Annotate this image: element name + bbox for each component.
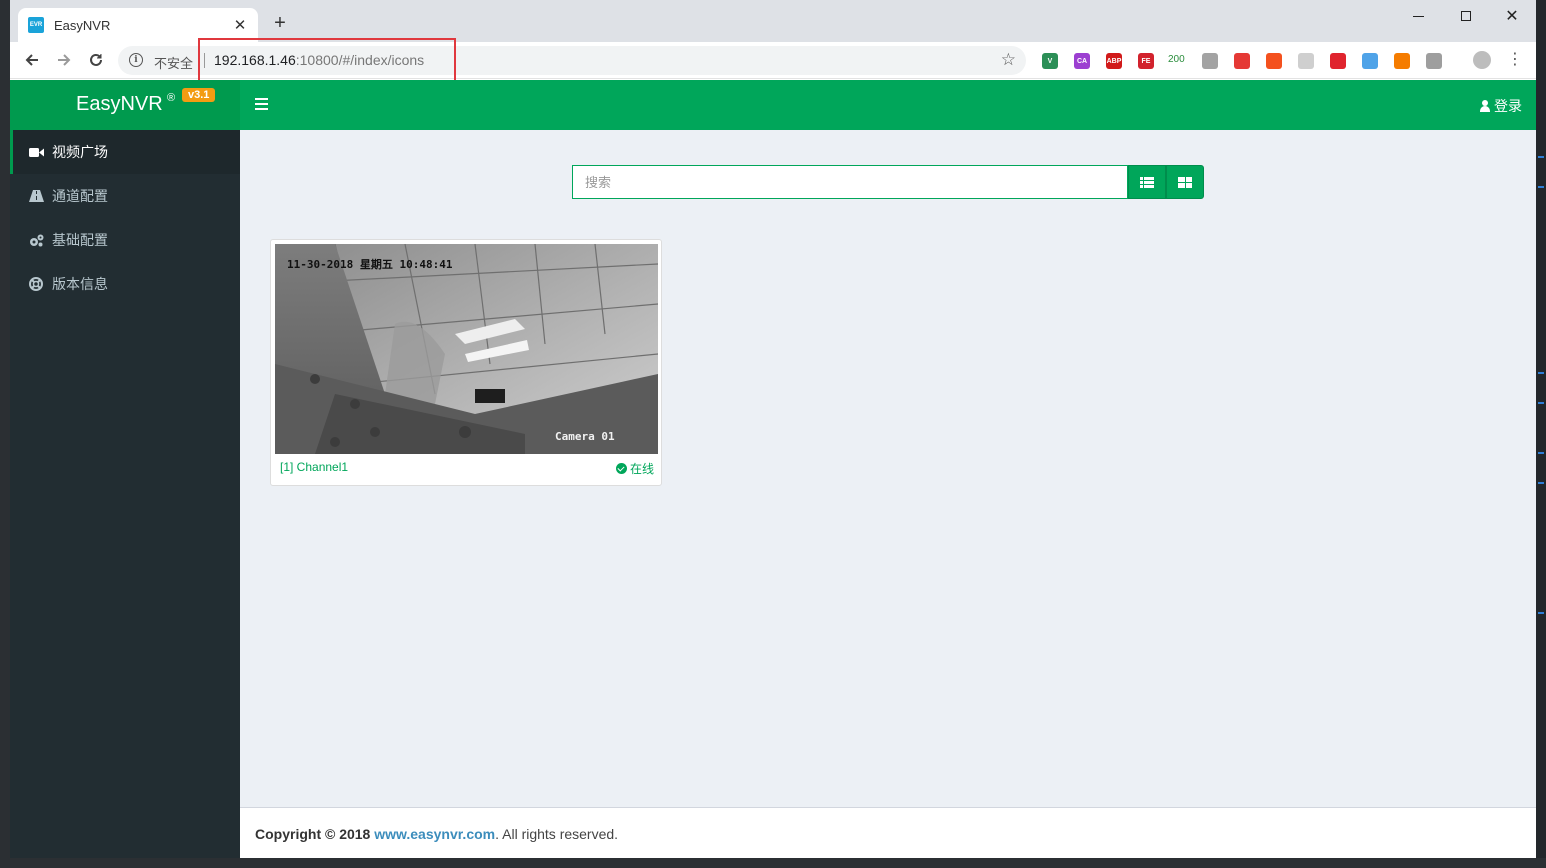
sidebar-toggle-icon[interactable] (255, 98, 268, 110)
life-ring-icon (28, 277, 44, 291)
status-label: 在线 (629, 462, 654, 476)
grey-extension-icon[interactable] (1202, 53, 1218, 69)
osd-timestamp: 11-30-2018 星期五 10:48:41 (287, 258, 453, 271)
forward-button[interactable] (53, 49, 75, 71)
reload-icon (90, 53, 102, 66)
profile-avatar[interactable] (1473, 51, 1491, 69)
orange-extension-icon[interactable] (1266, 53, 1282, 69)
close-tab-icon[interactable]: ✕ (232, 16, 248, 34)
document-search-extension-icon[interactable] (1426, 53, 1442, 69)
vue-devtools-icon[interactable]: V (1042, 53, 1058, 69)
grid-icon (1178, 176, 1192, 188)
camera-snapshot-image (275, 244, 658, 454)
security-label[interactable]: 不安全 (154, 53, 193, 72)
channel-status: 在线 (615, 460, 654, 477)
desktop-left-edge (0, 0, 10, 868)
camera-snapshot[interactable]: 11-30-2018 星期五 10:48:41 Camera 01 (275, 244, 658, 454)
list-view-button[interactable] (1128, 165, 1166, 199)
registered-mark: ® (167, 92, 176, 104)
sidebar-item-video-square[interactable]: 视频广场 (10, 130, 240, 174)
bookmark-star-icon[interactable]: ☆ (1001, 50, 1016, 70)
easynvr-favicon-icon: EVR (28, 17, 44, 33)
back-arrow-icon (25, 54, 38, 66)
browser-window: EVR EasyNVR ✕ + ✕ i 不安全 192.168.1.46:108… (10, 0, 1536, 858)
check-circle-icon (615, 463, 627, 474)
sidebar-item-label: 基础配置 (52, 232, 108, 248)
osd-camera-label: Camera 01 (555, 430, 615, 443)
cogs-icon (28, 233, 44, 247)
page-footer: Copyright © 2018 www.easynvr.com. All ri… (240, 807, 1536, 858)
sidebar-item-label: 视频广场 (52, 144, 108, 160)
copyright-text: Copyright © 2018 (255, 826, 371, 842)
minimize-button[interactable] (1396, 5, 1440, 27)
back-button[interactable] (21, 49, 43, 71)
red-extension-icon[interactable] (1234, 53, 1250, 69)
desktop-bottom-edge (0, 858, 1546, 868)
grid-view-button[interactable] (1166, 165, 1204, 199)
orange-square-extension-icon[interactable] (1394, 53, 1410, 69)
maximize-button[interactable] (1444, 5, 1488, 27)
forward-arrow-icon (58, 54, 71, 66)
red-square-extension-icon[interactable] (1330, 53, 1346, 69)
login-label: 登录 (1494, 98, 1522, 114)
search-group (572, 165, 1205, 199)
website-link[interactable]: www.easynvr.com (374, 826, 495, 842)
version-badge: v3.1 (182, 88, 216, 102)
sidebar-item-channel-config[interactable]: 通道配置 (10, 174, 240, 218)
tab-title: EasyNVR (54, 17, 111, 33)
main-content: 11-30-2018 星期五 10:48:41 Camera 01 [1] Ch… (240, 130, 1536, 807)
user-icon (1480, 100, 1490, 112)
easynvr-app: EasyNVR ® v3.1 视频广场 通道配置 基础配置 版本信息 登录 搜索… (10, 80, 1536, 858)
status-200-extension[interactable]: 200 (1168, 54, 1185, 65)
sidebar-item-basic-config[interactable]: 基础配置 (10, 218, 240, 262)
sidebar: EasyNVR ® v3.1 视频广场 通道配置 基础配置 版本信息 (10, 80, 240, 858)
tab-strip: EVR EasyNVR ✕ + ✕ (10, 0, 1536, 42)
road-icon (28, 189, 44, 203)
top-header: 登录 (240, 80, 1536, 130)
info-icon[interactable]: i (129, 53, 143, 67)
close-window-button[interactable]: ✕ (1490, 5, 1534, 27)
desktop-right-edge (1536, 0, 1546, 868)
login-link[interactable]: 登录 (1480, 96, 1522, 116)
brand-name: EasyNVR (76, 93, 163, 115)
channel-card-footer: [1] Channel1 在线 (271, 459, 663, 479)
video-camera-icon (28, 145, 44, 159)
browser-menu-icon[interactable]: ⋮ (1507, 49, 1523, 71)
sidebar-item-label: 版本信息 (52, 276, 108, 292)
blue-extension-icon[interactable] (1362, 53, 1378, 69)
search-input[interactable] (572, 165, 1128, 199)
adblock-plus-icon[interactable]: ABP (1106, 53, 1122, 69)
ca-extension-icon[interactable]: CA (1074, 53, 1090, 69)
rights-text: . All rights reserved. (495, 826, 619, 842)
logo[interactable]: EasyNVR ® v3.1 (10, 80, 240, 130)
channel-card[interactable]: 11-30-2018 星期五 10:48:41 Camera 01 [1] Ch… (270, 239, 662, 486)
reload-button[interactable] (85, 49, 107, 71)
sidebar-item-label: 通道配置 (52, 188, 108, 204)
sidebar-item-version-info[interactable]: 版本信息 (10, 262, 240, 306)
url-highlight-annotation (198, 38, 456, 83)
new-tab-button[interactable]: + (270, 13, 290, 33)
list-icon (1140, 176, 1154, 188)
channel-name[interactable]: [1] Channel1 (280, 460, 348, 474)
fe-helper-icon[interactable]: FE (1138, 53, 1154, 69)
cat-extension-icon[interactable] (1298, 53, 1314, 69)
browser-tab[interactable]: EVR EasyNVR ✕ (18, 8, 258, 42)
